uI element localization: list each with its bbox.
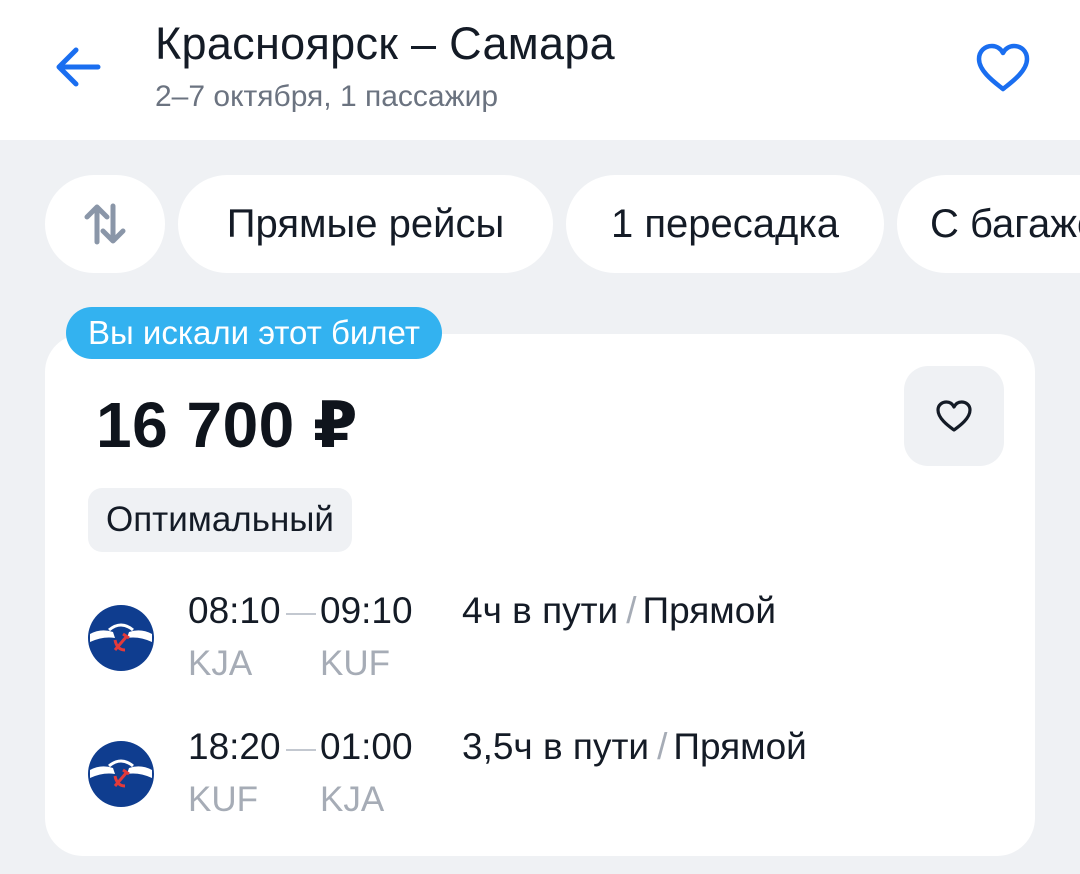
time-separator bbox=[286, 613, 316, 615]
aeroflot-logo-icon bbox=[88, 741, 154, 807]
time-separator bbox=[286, 749, 316, 751]
favorite-route-button[interactable] bbox=[966, 36, 1040, 100]
filter-chip-one-stop[interactable]: 1 пересадка bbox=[566, 175, 884, 273]
departure-airport-code: KUF bbox=[188, 780, 258, 819]
separator-slash: / bbox=[626, 590, 637, 631]
back-button[interactable] bbox=[44, 38, 110, 96]
heart-outline-icon bbox=[936, 400, 972, 432]
route-title: Красноярск – Самара bbox=[155, 18, 616, 69]
searched-ticket-badge: Вы искали этот билет bbox=[66, 307, 442, 359]
duration-text: 3,5ч в пути bbox=[462, 726, 650, 767]
filter-chip-baggage[interactable]: С багажом bbox=[897, 175, 1080, 273]
arrival-airport-code: KUF bbox=[320, 644, 390, 683]
ticket-price: 16 700 ₽ bbox=[96, 389, 359, 461]
separator-slash: / bbox=[657, 726, 668, 767]
arrival-time: 01:00 bbox=[320, 726, 413, 767]
heart-outline-icon bbox=[976, 43, 1030, 92]
flight-type: Прямой bbox=[642, 590, 776, 631]
arrow-left-icon bbox=[56, 47, 101, 87]
departure-time: 18:20 bbox=[188, 726, 281, 767]
flight-segment-outbound: 08:10 09:10 KJA KUF 4ч в пути / Прямой bbox=[0, 590, 1080, 690]
sort-button[interactable] bbox=[45, 175, 165, 273]
arrival-time: 09:10 bbox=[320, 590, 413, 631]
filter-chip-direct[interactable]: Прямые рейсы bbox=[178, 175, 553, 273]
flight-duration: 4ч в пути / Прямой bbox=[462, 590, 776, 632]
aeroflot-logo-icon bbox=[88, 605, 154, 671]
departure-airport-code: KJA bbox=[188, 644, 253, 683]
flight-type: Прямой bbox=[673, 726, 807, 767]
favorite-ticket-button[interactable] bbox=[904, 366, 1004, 466]
app-header: Красноярск – Самара 2–7 октября, 1 пасса… bbox=[0, 0, 1080, 140]
flight-duration: 3,5ч в пути / Прямой bbox=[462, 726, 807, 768]
optimal-tag: Оптимальный bbox=[88, 488, 352, 552]
sort-arrows-icon bbox=[84, 203, 126, 245]
filter-bar: Прямые рейсы 1 пересадка С багажом bbox=[0, 175, 1080, 273]
trip-details: 2–7 октября, 1 пассажир bbox=[155, 80, 499, 113]
departure-time: 08:10 bbox=[188, 590, 281, 631]
flight-segment-return: 18:20 01:00 KUF KJA 3,5ч в пути / Прямой bbox=[0, 726, 1080, 826]
duration-text: 4ч в пути bbox=[462, 590, 619, 631]
arrival-airport-code: KJA bbox=[320, 780, 385, 819]
